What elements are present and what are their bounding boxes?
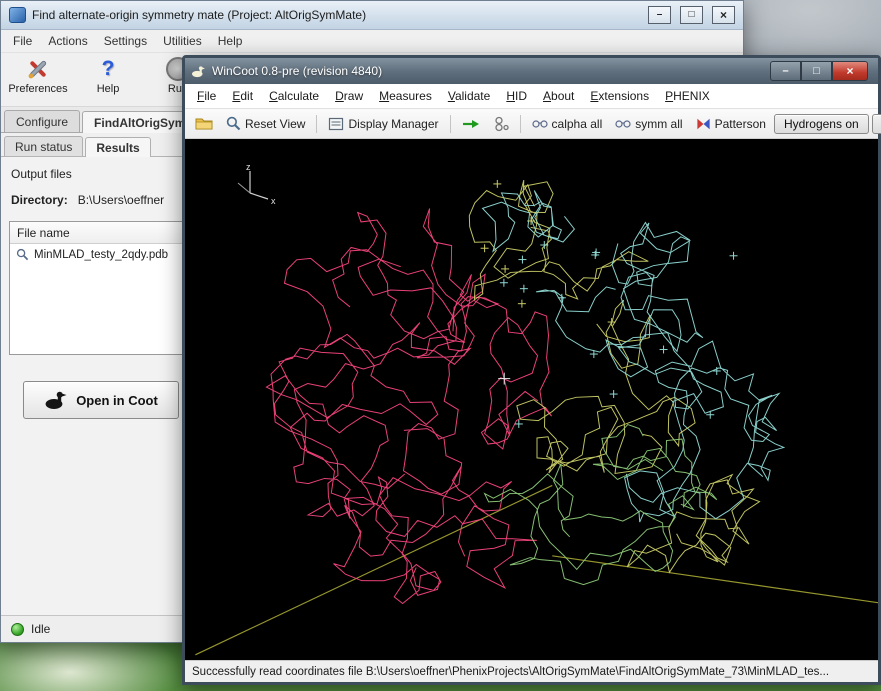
- calpha-all-button[interactable]: calpha all: [527, 115, 608, 133]
- toolbar-separator: [520, 115, 521, 133]
- axes-indicator: z x: [230, 161, 282, 213]
- menu-about[interactable]: About: [535, 89, 582, 103]
- preferences-button[interactable]: Preferences: [9, 56, 67, 95]
- symm-all-button[interactable]: symm all: [610, 115, 687, 133]
- close-icon: [720, 9, 727, 22]
- tab-configure[interactable]: Configure: [4, 110, 80, 132]
- maximize-icon: [688, 10, 694, 20]
- help-label: Help: [97, 83, 120, 95]
- wincoot-window: WinCoot 0.8-pre (revision 4840) FileEdit…: [182, 55, 881, 685]
- hydrogens-toggle-button[interactable]: Hydrogens on: [774, 114, 869, 134]
- menu-draw[interactable]: Draw: [327, 89, 371, 103]
- phenix-window-title: Find alternate-origin symmetry mate (Pro…: [32, 8, 366, 22]
- molecule-wireframe: [185, 139, 878, 660]
- directory-value: B:\Users\oeffner: [78, 193, 164, 207]
- atoms-icon: [493, 116, 509, 132]
- ligand-builder-button[interactable]: [488, 114, 514, 134]
- open-in-coot-button[interactable]: Open in Coot: [23, 381, 179, 419]
- coot-bird-icon: [44, 390, 68, 410]
- toolbar-separator: [316, 115, 317, 133]
- maximize-icon: [813, 65, 820, 77]
- calpha-all-label: calpha all: [552, 117, 603, 131]
- symm-icon: [615, 118, 631, 130]
- wincoot-window-title: WinCoot 0.8-pre (revision 4840): [212, 64, 382, 78]
- file-name-text: MinMLAD_testy_2qdy.pdb: [34, 249, 168, 261]
- wincoot-menubar: FileEditCalculateDrawMeasuresValidateHID…: [185, 84, 878, 109]
- phenix-caption-buttons: [648, 6, 735, 24]
- help-button[interactable]: ? Help: [79, 56, 137, 95]
- display-manager-button[interactable]: Display Manager: [323, 115, 443, 133]
- menu-file[interactable]: File: [5, 34, 40, 48]
- maximize-button[interactable]: [801, 61, 832, 81]
- menu-calculate[interactable]: Calculate: [261, 89, 327, 103]
- display-manager-icon: [328, 117, 344, 131]
- menu-actions[interactable]: Actions: [40, 34, 95, 48]
- phenix-menubar: FileActionsSettingsUtilitiesHelp: [1, 30, 743, 53]
- wincoot-statusbar: Successfully read coordinates file B:\Us…: [185, 660, 878, 682]
- go-to-atom-button[interactable]: [457, 115, 485, 133]
- wincoot-toolbar: Reset View Display Manager: [185, 109, 878, 139]
- minimize-icon: [782, 65, 788, 77]
- tab-results[interactable]: Results: [85, 137, 150, 157]
- tab-run-status[interactable]: Run status: [4, 136, 83, 156]
- wincoot-status-text: Successfully read coordinates file B:\Us…: [192, 666, 829, 678]
- minimize-button[interactable]: [648, 6, 671, 24]
- reset-view-button[interactable]: Reset View: [221, 114, 310, 133]
- status-text: Idle: [31, 622, 50, 636]
- maximize-button[interactable]: [680, 6, 703, 24]
- patterson-label: Patterson: [715, 117, 766, 131]
- menu-help[interactable]: Help: [210, 34, 251, 48]
- menu-hid[interactable]: HID: [498, 89, 535, 103]
- toolbar-separator: [450, 115, 451, 133]
- menu-measures[interactable]: Measures: [371, 89, 440, 103]
- menu-validate[interactable]: Validate: [440, 89, 499, 103]
- green-arrow-icon: [462, 117, 480, 131]
- close-button[interactable]: [712, 6, 735, 24]
- help-icon: ?: [95, 56, 121, 82]
- preferences-label: Preferences: [8, 83, 67, 95]
- hydrogens-toggle-label: Hydrogens on: [784, 117, 859, 131]
- wincoot-caption-buttons: [770, 61, 868, 81]
- phenix-app-icon: [9, 7, 26, 23]
- display-manager-label: Display Manager: [348, 117, 438, 131]
- calpha-icon: [532, 118, 548, 130]
- reset-view-label: Reset View: [245, 117, 305, 131]
- minimize-icon: [657, 10, 663, 20]
- wincoot-titlebar[interactable]: WinCoot 0.8-pre (revision 4840): [185, 58, 878, 84]
- tools-icon: [25, 56, 51, 82]
- minimize-button[interactable]: [770, 61, 801, 81]
- reset-view-icon: [226, 116, 241, 131]
- directory-label: Directory:: [11, 193, 68, 207]
- wincoot-app-icon: [191, 65, 206, 78]
- phenix-titlebar[interactable]: Find alternate-origin symmetry mate (Pro…: [1, 1, 743, 30]
- menu-phenix[interactable]: PHENIX: [657, 89, 718, 103]
- menu-utilities[interactable]: Utilities: [155, 34, 210, 48]
- molecule-viewport[interactable]: z x: [185, 139, 878, 660]
- axis-z-label: z: [246, 162, 251, 172]
- menu-extensions[interactable]: Extensions: [582, 89, 657, 103]
- folder-icon: [195, 116, 213, 131]
- desktop: Find alternate-origin symmetry mate (Pro…: [0, 0, 881, 691]
- open-in-coot-label: Open in Coot: [76, 393, 158, 408]
- magnifier-icon: [16, 248, 29, 261]
- patterson-button[interactable]: Patterson: [691, 115, 771, 133]
- close-icon: [846, 64, 853, 78]
- close-button[interactable]: [832, 61, 868, 81]
- menu-settings[interactable]: Settings: [96, 34, 155, 48]
- axis-x-label: x: [271, 196, 276, 206]
- patterson-icon: [696, 117, 711, 131]
- open-coordinates-button[interactable]: [190, 114, 218, 133]
- symm-all-label: symm all: [635, 117, 682, 131]
- connected-to-phenix-button[interactable]: Connected to PHENIX: [872, 114, 881, 134]
- menu-file[interactable]: File: [189, 89, 224, 103]
- menu-edit[interactable]: Edit: [224, 89, 261, 103]
- status-ok-icon: [11, 623, 24, 636]
